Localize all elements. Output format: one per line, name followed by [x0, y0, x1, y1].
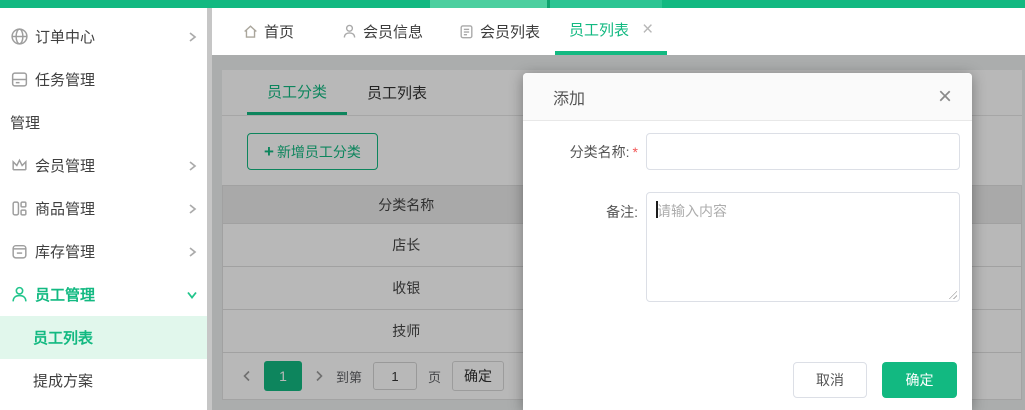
- confirm-button[interactable]: 确定: [882, 362, 957, 398]
- cancel-button[interactable]: 取消: [793, 362, 867, 398]
- remark-label: 备注:: [606, 204, 638, 220]
- modal-header: 添加 ×: [523, 73, 972, 121]
- sidebar-item-management[interactable]: 管理: [0, 101, 212, 144]
- required-asterisk: *: [632, 143, 638, 160]
- sidebar-item-employee-management[interactable]: 员工管理: [0, 273, 212, 316]
- sidebar-item-label: 库存管理: [35, 244, 96, 261]
- tab-label: 会员列表: [480, 24, 541, 41]
- sidebar-item-member-management[interactable]: 会员管理: [0, 144, 212, 187]
- tab-home[interactable]: 首页: [242, 8, 294, 55]
- task-icon: [10, 70, 29, 89]
- breadcrumb-tab-bar: 首页 会员信息 会员列表 员工列表 ×: [212, 8, 1025, 55]
- sidebar-item-label: 商品管理: [35, 201, 96, 218]
- sidebar-item-task-management[interactable]: 任务管理: [0, 58, 212, 101]
- chevron-right-icon: [187, 203, 198, 215]
- tab-member-list[interactable]: 会员列表: [458, 8, 540, 55]
- chevron-right-icon: [187, 31, 198, 43]
- text-caret: [656, 201, 658, 218]
- sidebar-item-label: 提成方案: [33, 373, 94, 390]
- category-name-field-row: 分类名称: *: [523, 133, 972, 170]
- tab-label: 首页: [264, 24, 295, 41]
- sidebar-item-commission-plan[interactable]: 提成方案: [0, 359, 212, 402]
- top-green-strip: [0, 0, 1025, 8]
- tab-label: 员工列表: [569, 22, 630, 39]
- member-icon: [341, 23, 358, 40]
- employee-icon: [10, 285, 29, 304]
- close-tab-icon[interactable]: ×: [642, 20, 653, 39]
- sidebar-item-label: 员工列表: [33, 330, 94, 347]
- sidebar-item-employee-list[interactable]: 员工列表: [0, 316, 212, 359]
- modal-footer: 取消 确定: [793, 362, 957, 398]
- tab-employee-list-active[interactable]: 员工列表 ×: [555, 8, 668, 55]
- content-area: 员工分类 员工列表 + 新增员工分类 分类名称 店长 收银 技师 1 到第 1 …: [212, 55, 1025, 410]
- chevron-right-icon: [187, 246, 198, 258]
- remark-textarea-wrap: [646, 192, 960, 302]
- sidebar-item-label: 订单中心: [35, 29, 96, 46]
- chevron-down-icon: [186, 289, 198, 300]
- sidebar-item-label: 管理: [10, 115, 41, 132]
- strip-segment-medium: [550, 0, 662, 8]
- app-window: 订单中心 任务管理 管理 会员管理 商品管理 库存管理 员工管理 员工列表 提成…: [0, 0, 1025, 410]
- list-icon: [458, 23, 475, 40]
- home-icon: [242, 23, 259, 40]
- goods-icon: [10, 199, 29, 218]
- sidebar-item-order-center[interactable]: 订单中心: [0, 15, 212, 58]
- sidebar-item-inventory-management[interactable]: 库存管理: [0, 230, 212, 273]
- inventory-icon: [10, 242, 29, 261]
- sidebar-item-label: 会员管理: [35, 158, 96, 175]
- crown-icon: [10, 156, 29, 175]
- chevron-right-icon: [187, 160, 198, 172]
- add-category-modal: 添加 × 分类名称:* 备注: 取消 确定: [523, 73, 972, 410]
- close-modal-icon[interactable]: ×: [938, 84, 952, 109]
- remark-textarea[interactable]: [646, 192, 960, 302]
- sidebar-item-label: 员工管理: [35, 287, 96, 304]
- tab-label: 会员信息: [363, 24, 424, 41]
- globe-icon: [10, 27, 29, 46]
- sidebar: 订单中心 任务管理 管理 会员管理 商品管理 库存管理 员工管理 员工列表 提成…: [0, 8, 212, 410]
- sidebar-item-goods-management[interactable]: 商品管理: [0, 187, 212, 230]
- tab-member-info[interactable]: 会员信息: [341, 8, 423, 55]
- strip-segment-light: [430, 0, 547, 8]
- remark-field-row: 备注:: [523, 192, 972, 302]
- category-name-input[interactable]: [646, 133, 960, 170]
- sidebar-item-label: 任务管理: [35, 72, 96, 89]
- category-name-label: 分类名称: *: [569, 143, 638, 160]
- modal-title: 添加: [553, 90, 586, 108]
